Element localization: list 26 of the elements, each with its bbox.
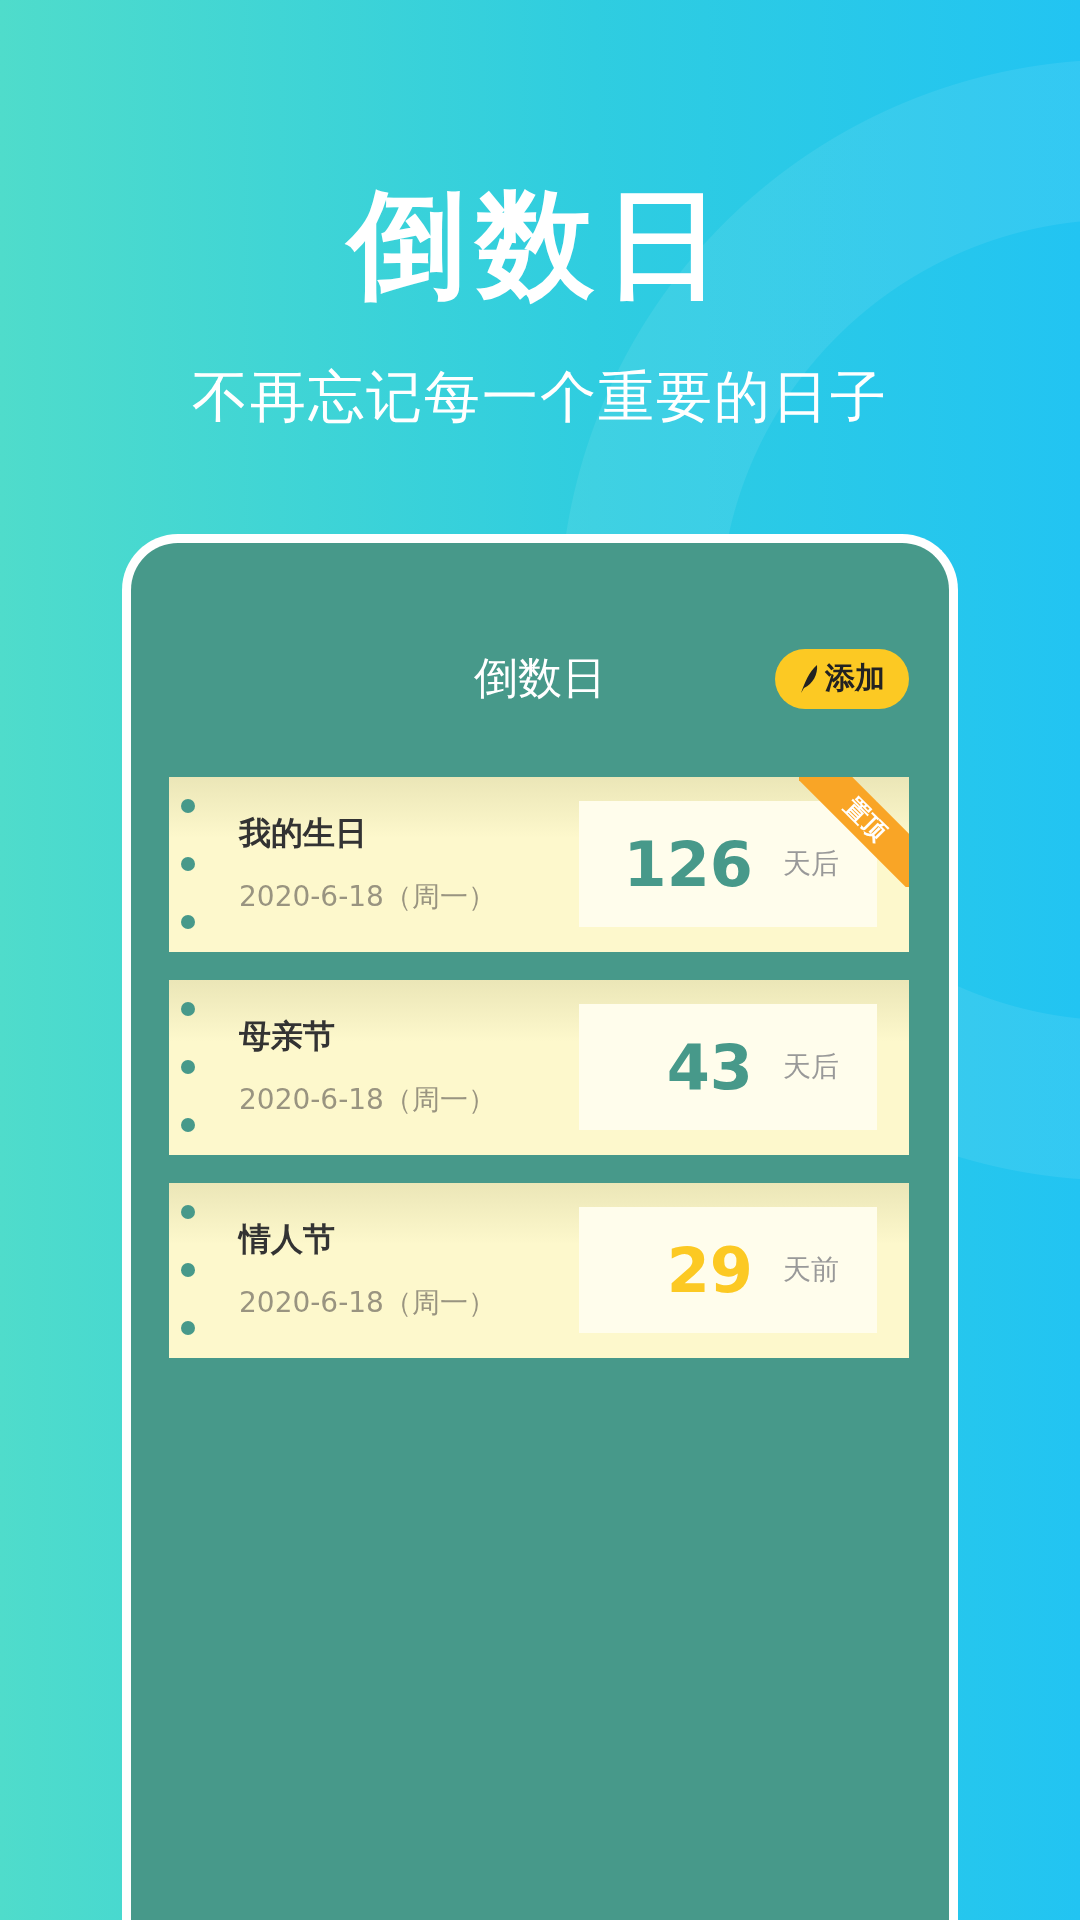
day-count: 126 <box>623 827 753 901</box>
event-card[interactable]: 我的生日 2020-6-18（周一） 126 天后 置顶 <box>169 776 909 952</box>
binder-hole <box>181 1060 195 1075</box>
day-count: 29 <box>666 1233 753 1307</box>
binder-hole <box>181 857 195 872</box>
day-suffix: 天前 <box>783 1252 839 1289</box>
binder-hole <box>181 1321 195 1336</box>
binder-hole <box>181 1263 195 1278</box>
binder-hole <box>181 1205 195 1220</box>
event-name: 母亲节 <box>239 1016 336 1058</box>
binder-hole <box>181 915 195 930</box>
event-card[interactable]: 母亲节 2020-6-18（周一） 43 天后 <box>169 979 909 1155</box>
binder-hole <box>181 1118 195 1133</box>
binder-hole <box>181 799 195 814</box>
event-date: 2020-6-18（周一） <box>239 1285 497 1322</box>
event-card[interactable]: 情人节 2020-6-18（周一） 29 天前 <box>169 1182 909 1358</box>
event-date: 2020-6-18（周一） <box>239 879 497 916</box>
add-button[interactable]: 添加 <box>775 648 909 709</box>
event-date: 2020-6-18（周一） <box>239 1082 497 1119</box>
event-name: 情人节 <box>239 1219 336 1261</box>
day-suffix: 天后 <box>783 1049 839 1086</box>
app-title: 倒数日 <box>474 651 606 706</box>
tagline: 不再忘记每一个重要的日子 <box>192 362 888 431</box>
event-name: 我的生日 <box>239 813 368 855</box>
day-count: 43 <box>666 1030 753 1104</box>
binder-hole <box>181 1002 195 1017</box>
